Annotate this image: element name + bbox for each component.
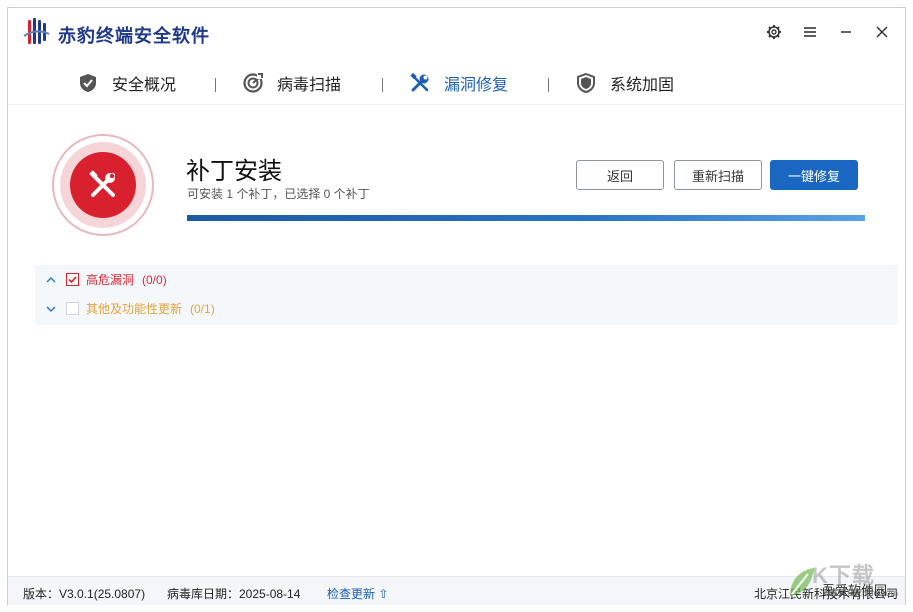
gear-icon (767, 25, 781, 39)
chevron-up-icon (46, 276, 56, 282)
version-text: 版本：V3.0.1(25.0807) (23, 587, 146, 601)
category-label: 高危漏洞 (86, 273, 135, 287)
tab-security-overview[interactable]: 安全概况 (76, 68, 176, 98)
virus-db-date: 病毒库日期：2025-08-14 (167, 587, 301, 601)
patch-summary: 可安装 1 个补丁，已选择 0 个补丁 (187, 187, 370, 201)
main-nav: 安全概况 病毒扫描 漏洞修复 系统加固 (8, 64, 905, 104)
category-count: (0/0) (142, 272, 167, 287)
tab-label: 病毒扫描 (277, 77, 342, 94)
tab-system-hardening[interactable]: 系统加固 (574, 68, 674, 98)
minimize-button[interactable] (836, 22, 856, 42)
status-badge (52, 134, 154, 236)
check-update-label: 检查更新 (327, 587, 376, 601)
app-title: 赤豹终端安全软件 (58, 26, 210, 46)
tab-label: 漏洞修复 (444, 77, 509, 94)
settings-button[interactable] (764, 22, 784, 42)
page-title: 补丁安装 (186, 158, 282, 185)
scan-progress-bar (187, 215, 865, 221)
app-window: 赤豹终端安全软件 安全概况 病毒扫描 漏洞修复 系统加固 补丁安装 可安装 1 … (7, 7, 906, 605)
close-button[interactable] (872, 22, 892, 42)
rescan-button[interactable]: 重新扫描 (674, 160, 762, 190)
nav-separator (215, 78, 216, 92)
upload-arrow-icon: ⇧ (378, 587, 389, 601)
menu-button[interactable] (800, 22, 820, 42)
tab-virus-scan[interactable]: 病毒扫描 (241, 68, 341, 98)
progress-fill (187, 215, 865, 221)
fix-all-button[interactable]: 一键修复 (770, 160, 858, 190)
status-bar: 版本：V3.0.1(25.0807) 病毒库日期：2025-08-14 检查更新… (8, 576, 905, 605)
shield-reinforce-icon (574, 71, 598, 95)
minimize-icon (841, 31, 851, 33)
category-label: 其他及功能性更新 (86, 302, 183, 316)
checkmark-icon (68, 276, 77, 284)
wrench-tools-icon (408, 71, 432, 95)
nav-separator (382, 78, 383, 92)
category-checkbox[interactable] (66, 302, 79, 315)
nav-separator (548, 78, 549, 92)
category-count: (0/1) (190, 301, 215, 316)
tab-vulnerability-fix[interactable]: 漏洞修复 (408, 68, 508, 98)
expand-toggle[interactable] (41, 303, 61, 315)
back-button[interactable]: 返回 (576, 160, 664, 190)
company-name: 北京江民新科技术有限公司 (754, 587, 899, 601)
shield-check-icon (76, 71, 100, 95)
category-checkbox[interactable] (66, 273, 79, 286)
patch-list: 高危漏洞 (0/0) 其他及功能性更新 (0/1) (35, 265, 898, 325)
list-item-high-risk: 高危漏洞 (0/0) (35, 265, 898, 294)
repair-tools-icon (89, 170, 115, 197)
nav-divider (8, 104, 905, 105)
tab-label: 系统加固 (610, 77, 675, 94)
title-bar: 赤豹终端安全软件 (8, 8, 905, 58)
check-update-link[interactable]: 检查更新 ⇧ (327, 585, 388, 602)
hamburger-icon (804, 27, 816, 37)
chevron-down-icon (46, 306, 56, 312)
list-item-other-updates: 其他及功能性更新 (0/1) (35, 294, 898, 323)
app-logo-icon (22, 18, 50, 46)
close-icon (876, 26, 888, 38)
collapse-toggle[interactable] (41, 274, 61, 286)
tab-label: 安全概况 (112, 77, 177, 94)
scan-radar-icon (241, 71, 265, 95)
